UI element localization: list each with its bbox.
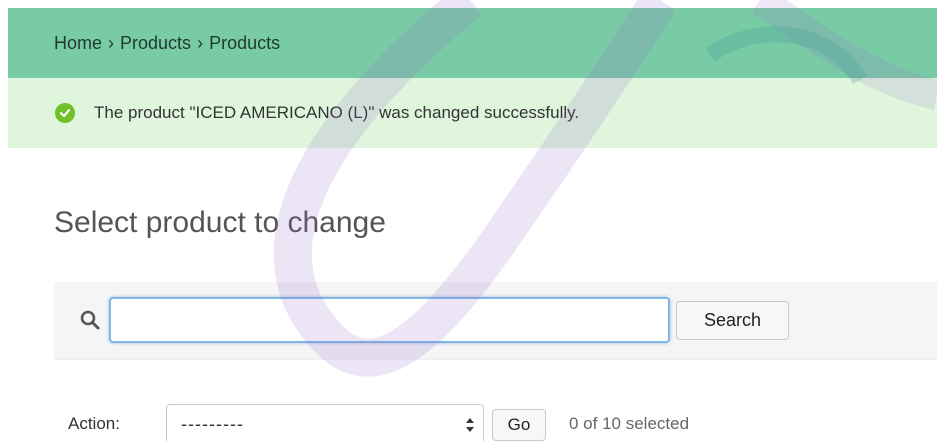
success-message-text: The product "ICED AMERICANO (L)" was cha… xyxy=(94,103,580,122)
action-label: Action: xyxy=(68,414,120,433)
breadcrumb-current-model: Products xyxy=(209,32,281,53)
breadcrumb-separator: › xyxy=(108,32,115,53)
success-message: The product "ICED AMERICANO (L)" was cha… xyxy=(8,78,937,148)
breadcrumb-home-link[interactable]: Home xyxy=(54,33,102,54)
search-button[interactable]: Search xyxy=(676,301,789,340)
search-input[interactable] xyxy=(109,297,670,343)
action-select-value: --------- xyxy=(181,413,244,434)
breadcrumb-products-app-link[interactable]: Products xyxy=(120,33,191,54)
page-title: Select product to change xyxy=(54,206,386,239)
select-arrows-icon xyxy=(465,415,475,435)
search-toolbar: Search xyxy=(54,282,937,360)
search-icon xyxy=(78,308,102,332)
success-check-icon xyxy=(55,103,75,123)
breadcrumb: Home › Products › Products xyxy=(8,8,937,78)
selection-counter: 0 of 10 selected xyxy=(569,414,690,433)
action-bar: Action: --------- Go 0 of 10 selected xyxy=(68,404,928,441)
action-select[interactable]: --------- xyxy=(166,404,484,441)
go-button[interactable]: Go xyxy=(492,409,546,441)
breadcrumb-separator: › xyxy=(197,32,204,53)
